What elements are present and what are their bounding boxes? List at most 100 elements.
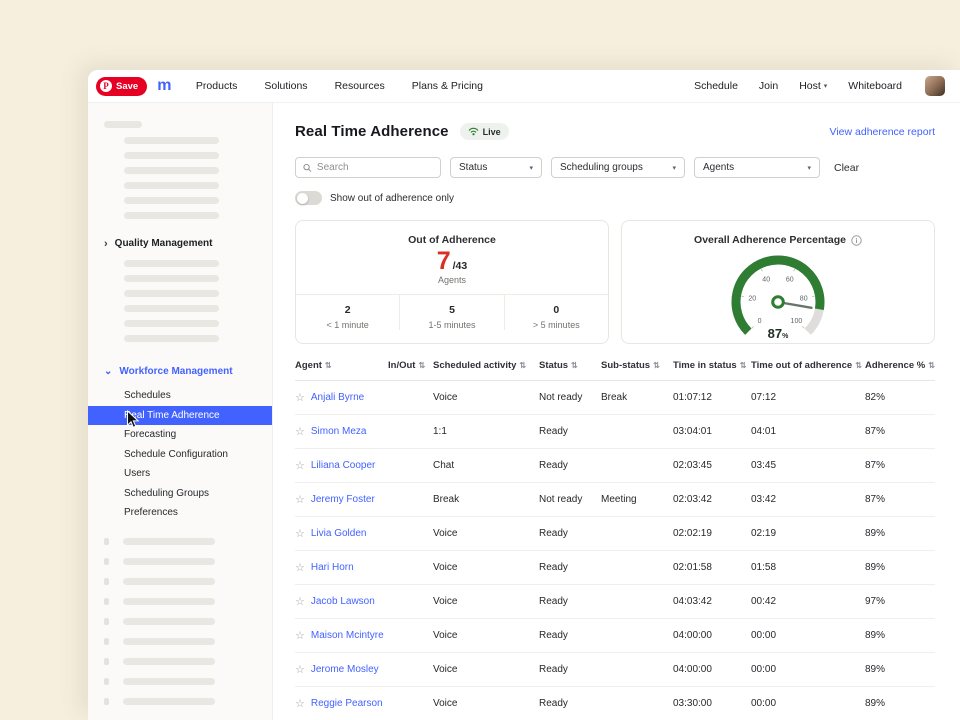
in-out-cell (388, 426, 433, 437)
sort-icon[interactable]: ⇅ (653, 361, 660, 370)
sort-icon[interactable]: ⇅ (571, 361, 578, 370)
breakdown-value: 2 (296, 304, 399, 316)
nav-item-products[interactable]: Products (196, 80, 237, 92)
star-icon[interactable]: ☆ (295, 699, 305, 709)
gauge-hub (773, 297, 784, 308)
star-icon[interactable]: ☆ (295, 631, 305, 641)
user-avatar[interactable] (925, 76, 945, 96)
svg-text:i: i (855, 237, 857, 245)
time-out-of-adherence-cell: 00:42 (751, 596, 865, 607)
star-icon[interactable]: ☆ (295, 461, 305, 471)
agent-name-link[interactable]: Jacob Lawson (311, 596, 375, 607)
agent-name-link[interactable]: Anjali Byrne (311, 392, 364, 403)
sidebar-item-workforce-management[interactable]: ⌄ Workforce Management (88, 364, 272, 379)
nav-item-join[interactable]: Join (759, 80, 778, 92)
agent-name-link[interactable]: Livia Golden (311, 528, 367, 539)
miro-logo[interactable]: m (157, 77, 171, 95)
nav-item-schedule[interactable]: Schedule (694, 80, 738, 92)
column-header-label: Adherence % (865, 360, 925, 371)
summary-cards: Out of Adherence 7 /43 Agents 2< 1 minut… (295, 220, 935, 344)
skeleton-tick (104, 698, 109, 705)
column-header-agent[interactable]: Agent⇅ (295, 360, 388, 371)
column-header-scheduled-activity[interactable]: Scheduled activity⇅ (433, 360, 539, 371)
star-icon[interactable]: ☆ (295, 665, 305, 675)
clear-filters-button[interactable]: Clear (834, 162, 859, 174)
toggle-label: Show out of adherence only (330, 193, 454, 204)
scheduled-activity-cell: Voice (433, 664, 539, 675)
agent-name-link[interactable]: Jerome Mosley (311, 664, 379, 675)
star-icon[interactable]: ☆ (295, 563, 305, 573)
sort-icon[interactable]: ⇅ (418, 361, 425, 370)
star-icon[interactable]: ☆ (295, 393, 305, 403)
agent-name-link[interactable]: Hari Horn (311, 562, 354, 573)
sidebar-item-real-time-adherence[interactable]: Real Time Adherence (88, 406, 272, 426)
nav-item-solutions[interactable]: Solutions (264, 80, 307, 92)
sort-icon[interactable]: ⇅ (519, 361, 526, 370)
overall-adherence-card: Overall Adherence Percentage i 020406080… (621, 220, 935, 344)
sort-icon[interactable]: ⇅ (855, 361, 862, 370)
search-input[interactable] (295, 157, 441, 178)
skeleton-bar (123, 678, 215, 685)
skeleton-row (88, 598, 272, 605)
nav-item-whiteboard[interactable]: Whiteboard (848, 80, 902, 92)
pinterest-save-button[interactable]: P Save (96, 77, 147, 96)
agent-name-link[interactable]: Liliana Cooper (311, 460, 376, 471)
sidebar-item-schedule-configuration[interactable]: Schedule Configuration (88, 445, 272, 465)
star-icon[interactable]: ☆ (295, 495, 305, 505)
scheduled-activity-cell: 1:1 (433, 426, 539, 437)
secondary-nav: Schedule Join Host▾ Whiteboard (694, 76, 945, 96)
nav-item-host[interactable]: Host▾ (799, 80, 827, 92)
sidebar-item-schedules[interactable]: Schedules (88, 386, 272, 406)
adherence-percent-cell: 97% (865, 596, 935, 607)
in-out-cell (388, 494, 433, 505)
sidebar-item-scheduling-groups[interactable]: Scheduling Groups (88, 484, 272, 504)
agents-dropdown[interactable]: Agents ▾ (694, 157, 820, 178)
nav-item-plans-pricing[interactable]: Plans & Pricing (412, 80, 483, 92)
star-icon[interactable]: ☆ (295, 597, 305, 607)
agent-name-link[interactable]: Maison Mcintyre (311, 630, 384, 641)
sort-icon[interactable]: ⇅ (740, 361, 747, 370)
time-in-status-cell: 04:00:00 (673, 664, 751, 675)
star-icon[interactable]: ☆ (295, 529, 305, 539)
gauge-tick (752, 326, 754, 328)
skeleton-bar (124, 260, 219, 267)
scheduled-activity-cell: Voice (433, 630, 539, 641)
scheduled-activity-cell: Voice (433, 596, 539, 607)
scheduling-groups-dropdown[interactable]: Scheduling groups ▾ (551, 157, 685, 178)
scheduled-activity-cell: Chat (433, 460, 539, 471)
save-label: Save (116, 81, 138, 92)
adherence-percent-cell: 87% (865, 426, 935, 437)
column-header-time-out-of-adherence[interactable]: Time out of adherence⇅ (751, 360, 865, 371)
sort-icon[interactable]: ⇅ (928, 361, 935, 370)
sidebar-item-users[interactable]: Users (88, 464, 272, 484)
column-header-status[interactable]: Status⇅ (539, 360, 601, 371)
column-header-sub-status[interactable]: Sub-status⇅ (601, 360, 673, 371)
info-icon[interactable]: i (851, 235, 862, 246)
status-dropdown[interactable]: Status ▾ (450, 157, 542, 178)
sidebar-item-forecasting[interactable]: Forecasting (88, 425, 272, 445)
chevron-down-icon: ▾ (824, 83, 828, 90)
view-adherence-report-link[interactable]: View adherence report (830, 126, 935, 138)
status-cell: Ready (539, 698, 601, 709)
star-icon[interactable]: ☆ (295, 427, 305, 437)
status-cell: Ready (539, 562, 601, 573)
agent-name-link[interactable]: Jeremy Foster (311, 494, 375, 505)
sidebar-item-quality-management[interactable]: › Quality Management (88, 236, 272, 251)
skeleton-row (88, 578, 272, 585)
search-field[interactable] (317, 162, 433, 173)
column-header-in-out[interactable]: In/Out⇅ (388, 360, 433, 371)
nav-item-resources[interactable]: Resources (335, 80, 385, 92)
skeleton-bar (124, 290, 219, 297)
column-header-time-in-status[interactable]: Time in status⇅ (673, 360, 751, 371)
column-header-adherence-[interactable]: Adherence %⇅ (865, 360, 935, 371)
out-of-adherence-toggle[interactable] (295, 191, 322, 205)
out-of-adherence-card: Out of Adherence 7 /43 Agents 2< 1 minut… (295, 220, 609, 344)
table-row: ☆Jerome MosleyVoiceReady04:00:0000:0089% (295, 653, 935, 687)
out-of-adherence-count: 7 (437, 248, 451, 274)
chevron-down-icon: ▾ (672, 164, 676, 172)
agent-name-link[interactable]: Reggie Pearson (311, 698, 383, 709)
agent-name-link[interactable]: Simon Meza (311, 426, 367, 437)
sort-icon[interactable]: ⇅ (325, 361, 332, 370)
skeleton-bar (124, 197, 219, 204)
sidebar-item-preferences[interactable]: Preferences (88, 503, 272, 523)
